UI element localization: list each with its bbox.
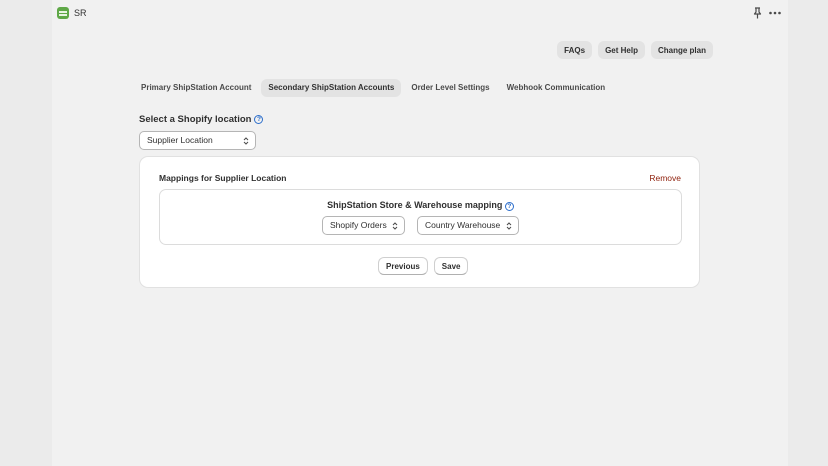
tab-primary-shipstation-account[interactable]: Primary ShipStation Account	[134, 79, 258, 97]
select-chevron-icon	[506, 222, 512, 230]
previous-button[interactable]: Previous	[378, 257, 428, 275]
mapping-section-title-text: ShipStation Store & Warehouse mapping	[327, 200, 503, 210]
select-chevron-icon	[243, 137, 249, 145]
remove-link[interactable]: Remove	[649, 173, 681, 183]
warehouse-select[interactable]: Country Warehouse	[417, 216, 519, 235]
header-actions: FAQs Get Help Change plan	[557, 41, 713, 59]
shopify-location-value: Supplier Location	[147, 135, 213, 145]
app-frame: SR FAQs Get Help Change plan Primary Shi…	[52, 0, 788, 466]
get-help-button[interactable]: Get Help	[598, 41, 645, 59]
select-chevron-icon	[392, 222, 398, 230]
tab-webhook-communication[interactable]: Webhook Communication	[500, 79, 613, 97]
card-actions: Previous Save	[378, 257, 469, 275]
more-horizontal-icon[interactable]	[768, 8, 782, 18]
save-button[interactable]: Save	[433, 257, 469, 275]
mapping-section-title: ShipStation Store & Warehouse mapping ?	[160, 200, 681, 211]
tab-order-level-settings[interactable]: Order Level Settings	[404, 79, 496, 97]
change-plan-button[interactable]: Change plan	[650, 41, 713, 59]
app-name: SR	[74, 8, 87, 18]
help-icon[interactable]: ?	[504, 202, 514, 211]
location-heading: Select a Shopify location ?	[139, 114, 264, 125]
store-warehouse-mapping-box: ShipStation Store & Warehouse mapping ? …	[159, 189, 682, 245]
location-heading-text: Select a Shopify location	[139, 114, 252, 125]
tab-secondary-shipstation-accounts[interactable]: Secondary ShipStation Accounts	[261, 79, 402, 97]
store-select-value: Shopify Orders	[330, 220, 387, 230]
app-logo-icon	[57, 7, 69, 19]
mapping-card: Mappings for Supplier Location Remove Sh…	[139, 156, 700, 288]
top-bar: SR	[52, 0, 788, 26]
faqs-button[interactable]: FAQs	[557, 41, 593, 59]
shopify-location-select[interactable]: Supplier Location	[139, 131, 256, 150]
settings-tabs: Primary ShipStation Account Secondary Sh…	[134, 79, 615, 97]
pin-icon[interactable]	[752, 7, 763, 19]
help-icon[interactable]: ?	[254, 115, 264, 124]
mapping-card-title: Mappings for Supplier Location	[159, 173, 287, 183]
shipstation-store-select[interactable]: Shopify Orders	[322, 216, 405, 235]
warehouse-select-value: Country Warehouse	[425, 220, 501, 230]
